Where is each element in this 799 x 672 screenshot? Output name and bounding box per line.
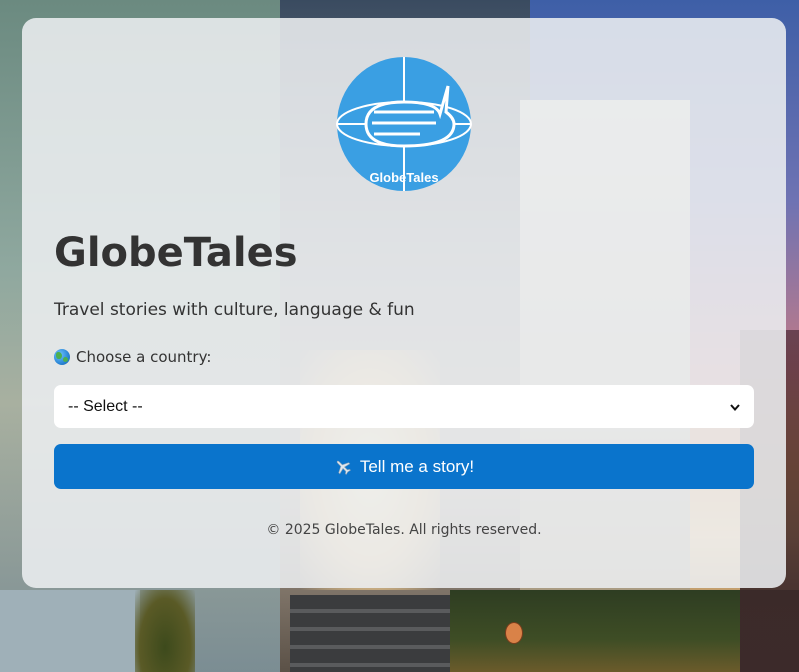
footer-copyright: © 2025 GlobeTales. All rights reserved. bbox=[266, 522, 542, 538]
garage bbox=[0, 590, 140, 672]
tell-story-button[interactable]: Tell me a story! bbox=[54, 444, 754, 489]
globetales-logo: GlobeTales bbox=[336, 56, 472, 192]
tell-story-label: Tell me a story! bbox=[359, 456, 475, 476]
globe-icon bbox=[54, 349, 70, 365]
shrub bbox=[135, 590, 195, 672]
country-label-text: Choose a country: bbox=[76, 348, 212, 366]
country-select[interactable]: -- Select -- bbox=[54, 385, 754, 428]
page-title: GlobeTales bbox=[54, 230, 298, 276]
main-card: GlobeTales GlobeTales Travel stories wit… bbox=[22, 18, 786, 588]
tagline: Travel stories with culture, language & … bbox=[54, 300, 415, 320]
country-label: Choose a country: bbox=[54, 348, 211, 366]
country-select-value: -- Select -- bbox=[68, 397, 143, 415]
logo-text: GlobeTales bbox=[369, 170, 439, 185]
garden-lamp bbox=[505, 622, 523, 644]
airplane-icon bbox=[334, 458, 352, 476]
chevron-down-icon bbox=[730, 399, 740, 414]
front-steps bbox=[290, 595, 450, 672]
